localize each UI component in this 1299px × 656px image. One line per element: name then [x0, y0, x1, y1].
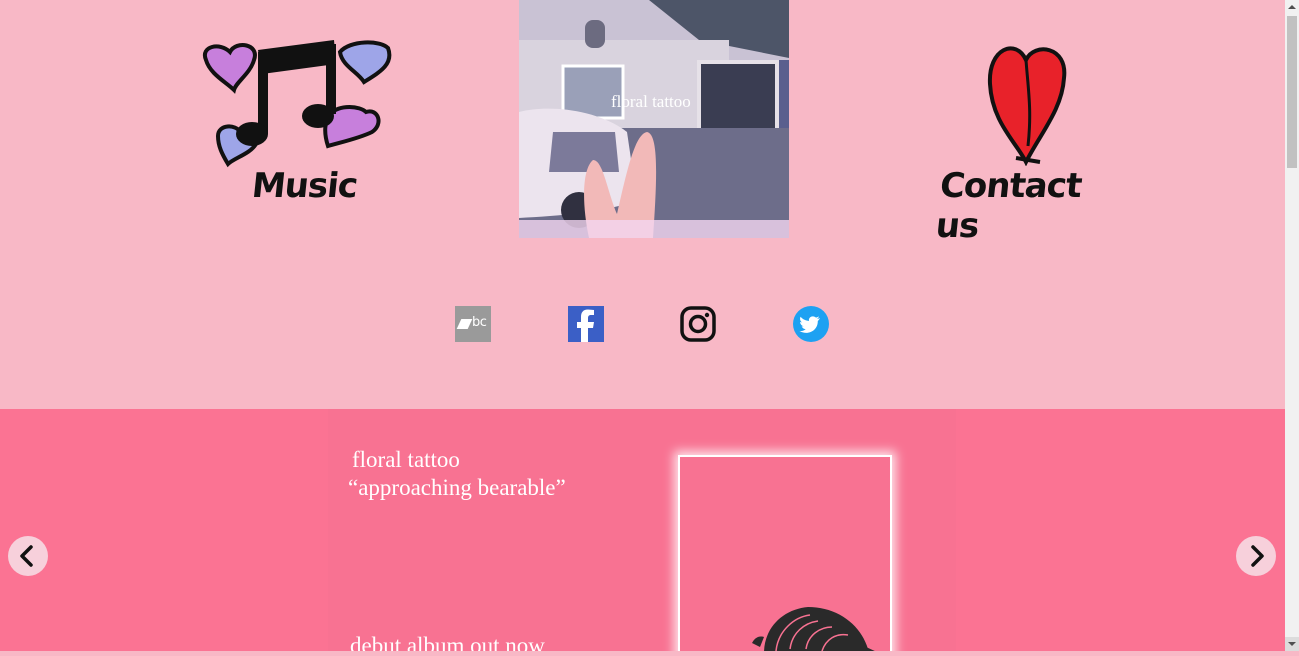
facebook-icon [577, 309, 594, 342]
scroll-down-button[interactable] [1285, 637, 1299, 651]
promo-release-text: debut album out now [350, 633, 545, 651]
twitter-icon [793, 306, 829, 342]
contact-label: Contact us [933, 166, 1084, 246]
bandcamp-link[interactable]: bc [455, 306, 491, 342]
music-nav-link[interactable]: Music [200, 38, 395, 210]
carousel-slide[interactable]: floral tattoo “approaching bearable” deb… [328, 409, 956, 651]
carousel-prev-button[interactable] [8, 536, 48, 576]
album-cover-photo [519, 0, 789, 238]
chevron-left-icon [20, 545, 33, 567]
facebook-link[interactable] [568, 306, 604, 342]
scroll-down-arrow-icon [1288, 642, 1296, 646]
music-note-hearts-icon [202, 40, 392, 168]
vertical-scrollbar[interactable] [1285, 0, 1299, 651]
twitter-link[interactable] [793, 306, 829, 342]
album-poster-image [678, 455, 892, 651]
heart-icon [987, 46, 1067, 166]
promo-album-title: “approaching bearable” [348, 475, 566, 500]
contact-nav-link[interactable]: Contact us [934, 38, 1098, 246]
cover-title-text: floral tattoo [611, 92, 691, 111]
bandcamp-text: bc [472, 315, 487, 330]
page: Music floral tattoo Contact us bc floral… [0, 0, 1285, 651]
bandcamp-icon [456, 319, 473, 329]
armadillo-illustration [752, 607, 875, 651]
scroll-up-button[interactable] [1285, 0, 1299, 14]
scrollbar-thumb[interactable] [1287, 16, 1297, 168]
music-label: Music [249, 166, 360, 206]
promo-band-name: floral tattoo [352, 447, 460, 472]
carousel-next-button[interactable] [1236, 536, 1276, 576]
instagram-icon [680, 306, 716, 342]
album-cover-image[interactable]: floral tattoo [519, 0, 789, 238]
header-section: Music floral tattoo Contact us bc [0, 0, 1285, 409]
chevron-right-icon [1251, 545, 1264, 567]
instagram-link[interactable] [680, 306, 716, 342]
promo-carousel: floral tattoo “approaching bearable” deb… [0, 409, 1285, 651]
scroll-up-arrow-icon [1288, 5, 1296, 9]
